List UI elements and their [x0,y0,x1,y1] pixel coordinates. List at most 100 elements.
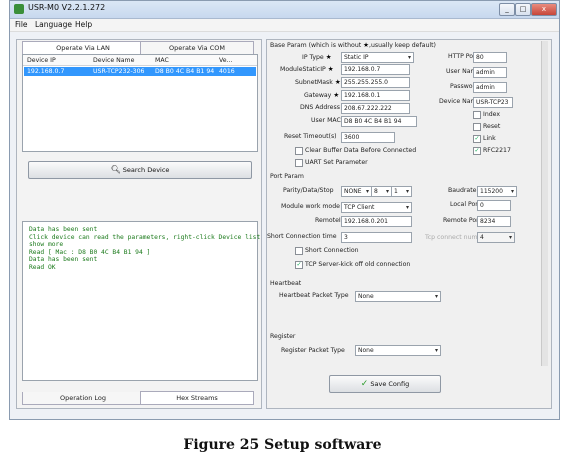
close-button[interactable]: x [531,3,557,16]
star-icon: ★ [333,91,340,99]
menu-help[interactable]: Help [75,20,92,29]
stop-bits-select[interactable]: 1 ▾ [391,186,412,197]
dns-field[interactable]: 208.67.222.222 [341,103,410,114]
work-mode-select[interactable]: TCP Client ▾ [341,202,412,213]
baudrate-select[interactable]: 115200 ▾ [477,186,517,197]
stop-bits-value: 1 [394,188,398,195]
minimize-button[interactable]: _ [499,3,515,16]
static-ip-label-text: ModuleStaticIP [280,66,326,73]
col-device-name[interactable]: Device Name [93,57,134,64]
menu-bar: File Language Help [10,19,559,32]
link-label: Link [483,135,496,142]
log-line: Data has been sent [29,256,98,263]
tcp-connect-num-select[interactable]: 4 ▾ [477,232,515,243]
subnet-field[interactable]: 255.255.255.0 [341,77,410,88]
table-row[interactable]: 192.168.0.7 USR-TCP232-306 D8 B0 4C B4 B… [24,67,256,76]
work-mode-label: Module work mode [281,203,340,210]
app-window: USR-M0 V2.2.1.272 _ □ x File Language He… [9,0,560,420]
chevron-down-icon: ▾ [508,234,512,241]
parity-label: Parity/Data/Stop [283,187,334,194]
base-param-header: Base Param (which is without ★,usually k… [270,41,436,49]
tcp-connect-num-value: 4 [480,234,484,241]
window-title: USR-M0 V2.2.1.272 [28,3,106,12]
data-bits-select[interactable]: 8 ▾ [371,186,392,197]
ip-type-label: IP Type ★ [302,53,332,61]
reset-checkbox[interactable] [473,123,481,131]
chevron-down-icon: ▾ [405,204,409,211]
maximize-button[interactable]: □ [515,3,531,16]
chevron-down-icon: ▾ [385,188,389,195]
register-type-label: Register Packet Type [281,347,345,354]
chevron-down-icon: ▾ [434,293,438,300]
user-name-field[interactable]: admin [473,67,507,78]
chevron-down-icon: ▾ [510,188,514,195]
col-device-ip[interactable]: Device IP [27,57,56,64]
row-mac: D8 B0 4C B4 B1 94 [155,68,215,75]
gateway-label: Gateway ★ [304,91,339,99]
kickoff-label: TCP Server-kick off old connection [305,261,411,268]
local-port-field[interactable]: 0 [477,200,511,211]
menu-language[interactable]: Language [35,20,72,29]
chevron-down-icon: ▾ [405,188,409,195]
star-icon: ★ [327,65,334,73]
reset-timeout-field[interactable]: 3600 [341,132,395,143]
short-connection-label: Short Connection [305,247,359,254]
password-field[interactable]: admin [473,82,507,93]
tab-operate-lan[interactable]: Operate Via LAN [22,41,144,55]
tab-hex-streams[interactable]: Hex Streams [140,391,254,405]
local-port-label: Local Port [450,201,481,208]
col-version[interactable]: Ve... [219,57,232,64]
operation-log[interactable]: Data has been sent Click device can read… [22,221,261,381]
figure-caption: Figure 25 Setup software [183,437,382,453]
parity-select[interactable]: NONE ▾ [341,186,372,197]
subnet-label: SubnetMask ★ [295,78,341,86]
baudrate-label: Baudrate [448,187,477,194]
user-mac-field[interactable]: D8 B0 4C B4 B1 94 [341,116,417,127]
log-line: Click device can read the parameters, ri… [29,233,261,241]
data-bits-value: 8 [374,188,378,195]
parity-value: NONE [344,188,362,195]
port-param-header: Port Param [270,173,304,180]
link-checkbox[interactable]: ✓ [473,135,481,143]
save-config-label: Save Config [370,380,410,388]
index-label: Index [483,111,501,118]
menu-file[interactable]: File [15,20,28,29]
register-type-select[interactable]: None ▾ [355,345,441,356]
rfc2217-checkbox[interactable]: ✓ [473,147,481,155]
static-ip-field[interactable]: 192.168.0.7 [341,64,410,75]
uart-set-label: UART Set Parameter [305,159,368,166]
index-checkbox[interactable] [473,111,481,119]
register-header: Register [270,333,296,340]
log-line: Read OK [29,263,56,271]
device-name-field[interactable]: USR-TCP23 [473,97,513,108]
uart-set-checkbox[interactable] [295,159,303,167]
search-device-label: Search Device [122,166,170,174]
log-line: Read [ Mac : D8 B0 4C B4 B1 94 ] [29,248,151,256]
remote-port-label: Remote Port [443,217,482,224]
short-connection-checkbox[interactable] [295,247,303,255]
reset-timeout-label: Reset Timeout(s) [284,133,337,140]
rfc2217-label: RFC2217 [483,147,511,154]
ip-type-select[interactable]: Static IP ▾ [341,52,414,63]
gateway-field[interactable]: 192.168.0.1 [341,90,410,101]
http-port-field[interactable]: 80 [473,52,507,63]
heartbeat-type-select[interactable]: None ▾ [355,291,441,302]
tab-operate-com[interactable]: Operate Via COM [140,41,254,55]
tab-operation-log[interactable]: Operation Log [22,392,144,405]
search-icon: 🔍︎ [110,165,121,174]
static-ip-label: ModuleStaticIP ★ [280,65,334,73]
kickoff-checkbox[interactable]: ✓ [295,261,303,269]
short-conn-time-field[interactable]: 3 [341,232,412,243]
row-version: 4016 [219,68,235,75]
search-device-button[interactable]: 🔍︎ Search Device [28,161,252,179]
device-list[interactable]: Device IP Device Name MAC Ve... 192.168.… [22,54,258,152]
log-line: show more [29,241,64,248]
col-mac[interactable]: MAC [155,57,169,64]
remote-ip-field[interactable]: 192.168.0.201 [341,216,412,227]
right-panel-scrollbar[interactable] [541,41,548,366]
clear-buffer-checkbox[interactable] [295,147,303,155]
star-icon: ★ [325,53,332,61]
star-icon: ★ [334,78,341,86]
remote-port-field[interactable]: 8234 [477,216,511,227]
save-config-button[interactable]: ✓ Save Config [329,375,441,393]
